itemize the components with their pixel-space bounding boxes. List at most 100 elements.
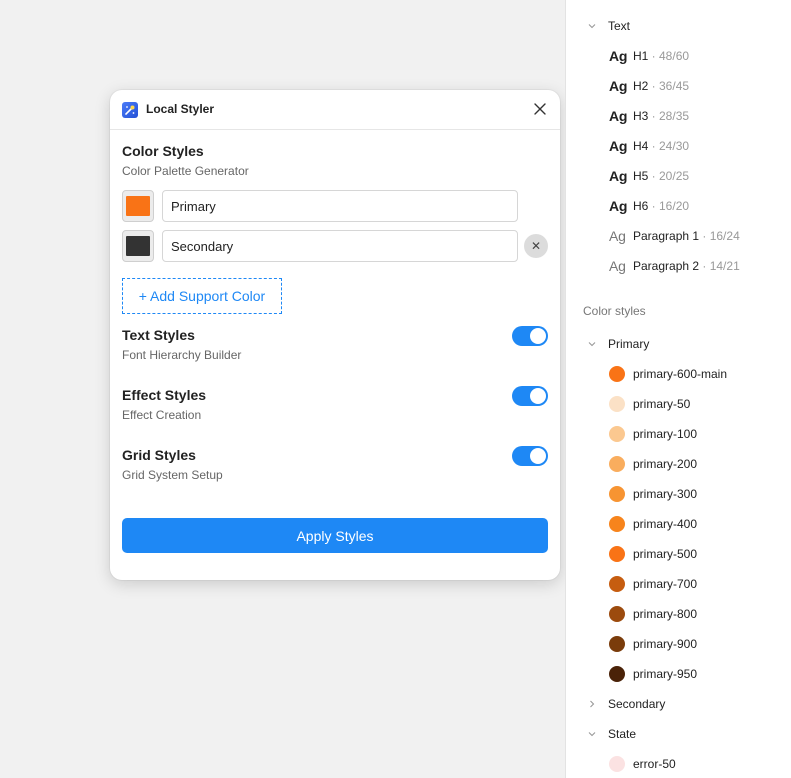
color-styles-subtitle: Color Palette Generator bbox=[122, 164, 249, 178]
text-style-name: H6 · 16/20 bbox=[633, 199, 689, 213]
local-styler-dialog: Local Styler Color Styles Color Palette … bbox=[110, 90, 560, 580]
state-group-header[interactable]: State bbox=[566, 719, 791, 749]
text-style-sample: Ag bbox=[609, 138, 628, 154]
color-style-name: primary-700 bbox=[633, 577, 698, 591]
color-swatch bbox=[609, 576, 625, 592]
color-styles-section: Color styles bbox=[566, 296, 791, 326]
color-style-name: primary-800 bbox=[633, 607, 698, 621]
color-swatch bbox=[609, 456, 625, 472]
color-style-row[interactable]: primary-950 bbox=[566, 659, 791, 689]
color-style-name: primary-950 bbox=[633, 667, 698, 681]
color-style-row[interactable]: primary-800 bbox=[566, 599, 791, 629]
effect-styles-toggle[interactable] bbox=[512, 386, 548, 406]
text-style-sample: Ag bbox=[609, 198, 628, 214]
text-style-label: H1 bbox=[633, 49, 649, 63]
color-style-row[interactable]: primary-700 bbox=[566, 569, 791, 599]
state-group-label: State bbox=[608, 727, 637, 741]
color-style-row[interactable]: primary-300 bbox=[566, 479, 791, 509]
chevron-down-icon bbox=[586, 20, 598, 32]
effect-styles-subtitle: Effect Creation bbox=[122, 408, 202, 422]
text-style-name: H5 · 20/25 bbox=[633, 169, 689, 183]
styles-panel: Text Ag H1 · 48/60 Ag H2 · 36/45 Ag H3 · 28/3… bbox=[565, 0, 791, 778]
color-swatch bbox=[609, 366, 625, 382]
text-style-name: H3 · 28/35 bbox=[633, 109, 689, 123]
color-style-row[interactable]: primary-400 bbox=[566, 509, 791, 539]
dialog-header: Local Styler bbox=[110, 90, 560, 130]
grid-styles-toggle[interactable] bbox=[512, 446, 548, 466]
text-style-metrics: · 16/24 bbox=[699, 229, 740, 243]
secondary-color-picker[interactable] bbox=[122, 230, 154, 262]
text-style-metrics: · 28/35 bbox=[648, 109, 690, 123]
text-style-row[interactable]: Ag H6 · 16/20 bbox=[566, 191, 791, 221]
text-group-header[interactable]: Text bbox=[566, 11, 791, 41]
text-style-row[interactable]: Ag H3 · 28/35 bbox=[566, 101, 791, 131]
text-style-row[interactable]: Ag H1 · 48/60 bbox=[566, 41, 791, 71]
add-support-color-button[interactable]: + Add Support Color bbox=[122, 278, 282, 314]
text-style-row[interactable]: Ag Paragraph 2 · 14/21 bbox=[566, 251, 791, 281]
color-style-row[interactable]: primary-900 bbox=[566, 629, 791, 659]
secondary-group-header[interactable]: Secondary bbox=[566, 689, 791, 719]
primary-color-name-input[interactable] bbox=[162, 190, 518, 222]
color-swatch bbox=[609, 636, 625, 652]
text-style-metrics: · 20/25 bbox=[648, 169, 690, 183]
color-style-name: primary-200 bbox=[633, 457, 698, 471]
color-style-row[interactable]: error-50 bbox=[566, 749, 791, 778]
text-style-sample: Ag bbox=[609, 108, 628, 124]
text-style-label: H5 bbox=[633, 169, 649, 183]
color-styles-title: Color Styles bbox=[122, 143, 204, 159]
toggle-knob bbox=[530, 328, 546, 344]
secondary-color-name-input[interactable] bbox=[162, 230, 518, 262]
text-style-label: Paragraph 2 bbox=[633, 259, 700, 273]
color-swatch bbox=[609, 546, 625, 562]
text-style-row[interactable]: Ag H4 · 24/30 bbox=[566, 131, 791, 161]
toggle-knob bbox=[530, 388, 546, 404]
color-style-name: primary-400 bbox=[633, 517, 698, 531]
primary-color-chip bbox=[126, 196, 150, 216]
color-swatch bbox=[609, 396, 625, 412]
color-style-name: primary-500 bbox=[633, 547, 698, 561]
chevron-down-icon bbox=[586, 728, 598, 740]
close-icon: ✕ bbox=[530, 239, 542, 253]
color-style-name: error-50 bbox=[633, 757, 676, 771]
primary-group-header[interactable]: Primary bbox=[566, 329, 791, 359]
close-icon[interactable] bbox=[532, 101, 548, 117]
text-style-label: H4 bbox=[633, 139, 649, 153]
primary-color-picker[interactable] bbox=[122, 190, 154, 222]
color-style-name: primary-300 bbox=[633, 487, 698, 501]
color-swatch bbox=[609, 666, 625, 682]
remove-color-button[interactable]: ✕ bbox=[524, 234, 548, 258]
toggle-knob bbox=[530, 448, 546, 464]
text-style-metrics: · 36/45 bbox=[648, 79, 690, 93]
text-style-sample: Ag bbox=[609, 258, 626, 274]
secondary-group-label: Secondary bbox=[608, 697, 666, 711]
text-styles-toggle[interactable] bbox=[512, 326, 548, 346]
color-style-name: primary-900 bbox=[633, 637, 698, 651]
grid-styles-subtitle: Grid System Setup bbox=[122, 468, 223, 482]
secondary-color-chip bbox=[126, 236, 150, 256]
text-style-metrics: · 16/20 bbox=[648, 199, 690, 213]
color-style-name: primary-100 bbox=[633, 427, 698, 441]
text-style-row[interactable]: Ag H5 · 20/25 bbox=[566, 161, 791, 191]
apply-styles-button[interactable]: Apply Styles bbox=[122, 518, 548, 553]
color-style-row[interactable]: primary-500 bbox=[566, 539, 791, 569]
dialog-title: Local Styler bbox=[146, 102, 215, 116]
color-swatch bbox=[609, 516, 625, 532]
color-styles-section-label: Color styles bbox=[583, 304, 646, 318]
text-style-label: H3 bbox=[633, 109, 649, 123]
text-style-name: H2 · 36/45 bbox=[633, 79, 689, 93]
effect-styles-title: Effect Styles bbox=[122, 387, 207, 403]
text-style-name: Paragraph 1 · 16/24 bbox=[633, 229, 740, 243]
color-style-row[interactable]: primary-100 bbox=[566, 419, 791, 449]
grid-styles-title: Grid Styles bbox=[122, 447, 196, 463]
text-group-label: Text bbox=[608, 19, 631, 33]
text-style-row[interactable]: Ag Paragraph 1 · 16/24 bbox=[566, 221, 791, 251]
color-style-row[interactable]: primary-600-main bbox=[566, 359, 791, 389]
color-style-row[interactable]: primary-200 bbox=[566, 449, 791, 479]
text-style-metrics: · 14/21 bbox=[699, 259, 740, 273]
text-style-sample: Ag bbox=[609, 168, 628, 184]
text-style-label: H6 bbox=[633, 199, 649, 213]
text-style-row[interactable]: Ag H2 · 36/45 bbox=[566, 71, 791, 101]
color-style-row[interactable]: primary-50 bbox=[566, 389, 791, 419]
text-style-name: H4 · 24/30 bbox=[633, 139, 689, 153]
text-style-metrics: · 24/30 bbox=[648, 139, 690, 153]
